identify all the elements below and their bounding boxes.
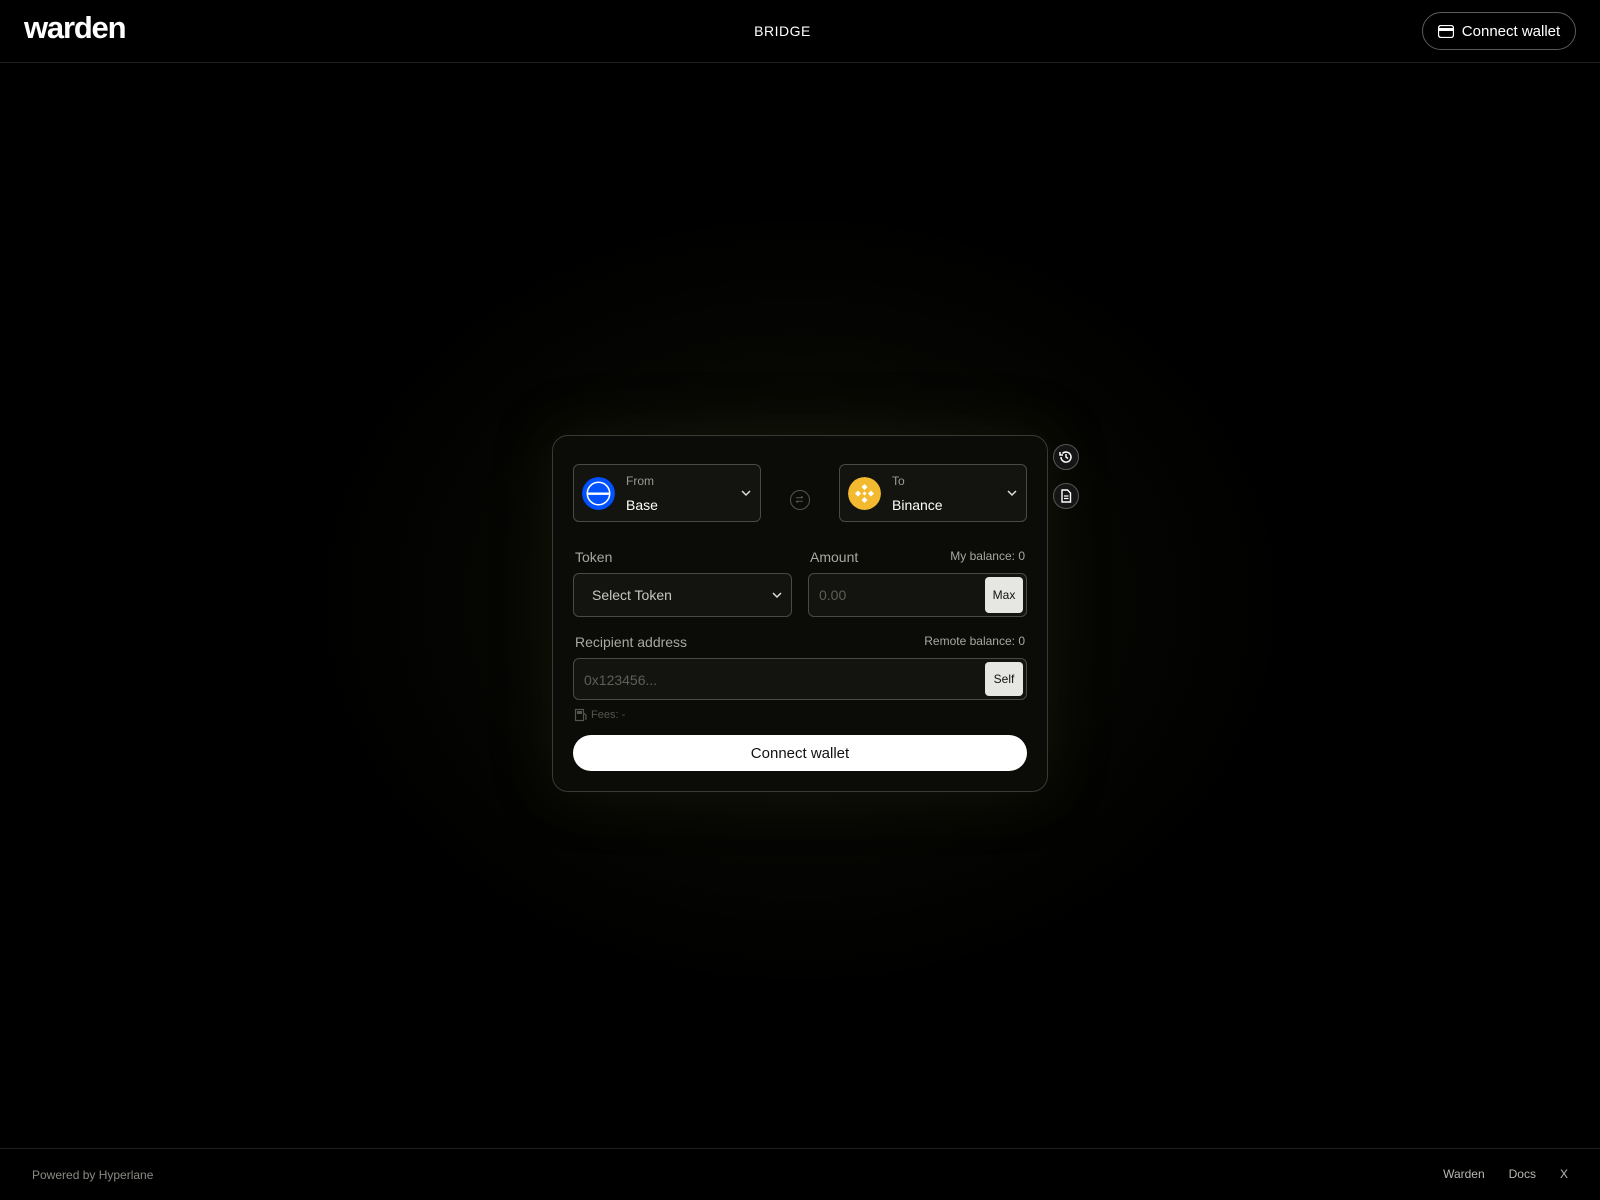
token-select-placeholder: Select Token (592, 587, 672, 603)
recipient-field: Self (573, 658, 1027, 701)
header-connect-wallet-button[interactable]: Connect wallet (1422, 12, 1576, 50)
base-logo-icon (582, 477, 615, 510)
header-connect-label: Connect wallet (1461, 22, 1561, 40)
document-button[interactable] (1053, 483, 1079, 509)
to-chain-select[interactable]: To Binance (839, 464, 1027, 522)
footer-links: Warden Docs X (1443, 1167, 1568, 1181)
chevron-down-icon (741, 490, 751, 497)
to-caption: To (892, 474, 905, 488)
top-bar: warden BRIDGE Connect wallet (0, 0, 1600, 63)
amount-label: Amount (810, 549, 859, 565)
amount-field: Max (808, 573, 1027, 617)
to-chain-name: Binance (892, 497, 943, 513)
connect-wallet-button[interactable]: Connect wallet (573, 735, 1027, 771)
history-icon (1059, 451, 1072, 463)
history-button[interactable] (1053, 444, 1079, 470)
my-balance: My balance: 0 (950, 549, 1025, 563)
remote-balance: Remote balance: 0 (924, 634, 1025, 648)
chevron-down-icon (1007, 490, 1017, 497)
bridge-card: From Base To Binance Token Amount My bal… (552, 435, 1048, 792)
token-label: Token (575, 549, 613, 565)
footer-link-warden[interactable]: Warden (1443, 1167, 1485, 1181)
recipient-label: Recipient address (575, 634, 688, 650)
swap-chains-button[interactable] (790, 490, 810, 510)
from-caption: From (626, 474, 654, 488)
wallet-icon (1437, 24, 1454, 38)
max-button[interactable]: Max (985, 577, 1023, 613)
self-button[interactable]: Self (985, 662, 1023, 696)
page-title: BRIDGE (754, 23, 811, 39)
from-chain-select[interactable]: From Base (573, 464, 761, 522)
document-icon (1061, 489, 1072, 503)
amount-input[interactable] (809, 574, 979, 616)
footer-link-x[interactable]: X (1560, 1167, 1568, 1181)
powered-by: Powered by Hyperlane (32, 1168, 154, 1182)
footer-link-docs[interactable]: Docs (1509, 1167, 1536, 1181)
gas-pump-icon (574, 708, 587, 722)
footer: Powered by Hyperlane Warden Docs X (0, 1148, 1600, 1200)
token-select[interactable]: Select Token (573, 573, 792, 617)
binance-logo-icon (848, 477, 881, 510)
swap-icon (795, 495, 804, 504)
fees-row: Fees: - (574, 708, 625, 722)
from-chain-name: Base (626, 497, 658, 513)
recipient-input[interactable] (574, 659, 974, 701)
fees-text: Fees: - (591, 709, 626, 721)
chevron-down-icon (772, 592, 782, 599)
